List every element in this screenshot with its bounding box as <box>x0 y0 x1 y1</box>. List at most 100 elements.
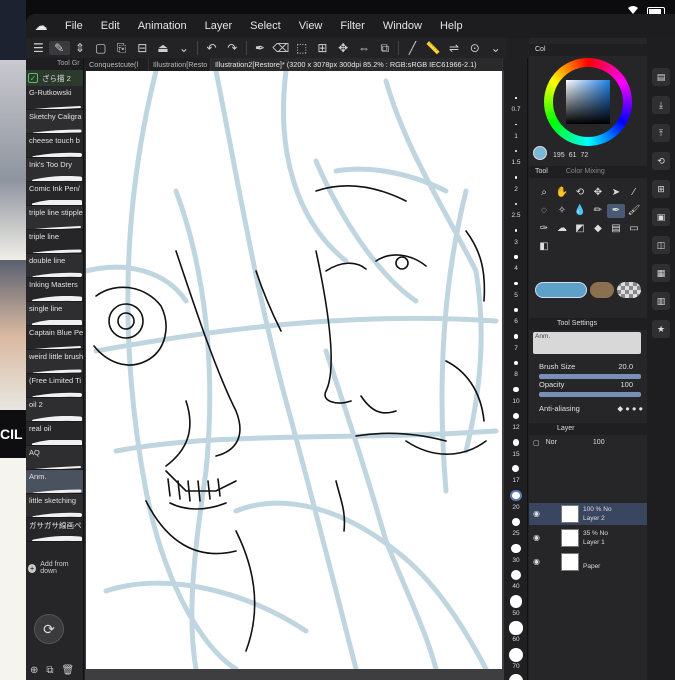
eye-icon[interactable]: ◉ <box>533 509 540 518</box>
eye-icon[interactable]: ◉ <box>533 557 540 566</box>
main-color-chip[interactable] <box>535 282 587 298</box>
layer-select-icon[interactable]: ⧉ <box>374 41 395 56</box>
rotate-icon[interactable]: ⟲ <box>571 186 589 200</box>
menu-animation[interactable]: Animation <box>129 20 196 32</box>
brush-size-dot[interactable] <box>513 307 519 313</box>
auto-select-icon[interactable]: ✧ <box>553 204 571 218</box>
tab-illustration[interactable]: Illustration[Resto <box>149 58 211 71</box>
pen-active-icon[interactable]: ✒ <box>607 204 625 218</box>
ruler-icon[interactable]: 📏 <box>423 41 444 55</box>
brush-item[interactable]: weird little brush <box>26 350 83 374</box>
color-wheel-tab[interactable]: Col <box>529 44 647 56</box>
pencil-icon[interactable]: ✏ <box>589 204 607 218</box>
brush-size-dot[interactable] <box>515 97 517 99</box>
brush-item[interactable]: G-Rutkowski <box>26 86 83 110</box>
brush-item[interactable]: real oil <box>26 422 83 446</box>
brush-size-dot[interactable] <box>514 149 518 153</box>
redo-icon[interactable]: ↷ <box>222 41 243 55</box>
sub-view-icon[interactable]: ◫ <box>652 236 670 254</box>
blend-icon[interactable]: ☁ <box>553 222 571 236</box>
brush-item[interactable]: Inking Masters <box>26 278 83 302</box>
export-panel-icon[interactable]: ⤒ <box>652 124 670 142</box>
selection-icon[interactable]: ⬚ <box>291 41 312 55</box>
menu-select[interactable]: Select <box>241 20 290 32</box>
brush-item[interactable]: cheese touch b <box>26 134 83 158</box>
fill-icon[interactable]: ✒ <box>250 41 271 55</box>
brush-item[interactable]: Sketchy Caligra <box>26 110 83 134</box>
import-icon[interactable]: ⤓ <box>652 96 670 114</box>
brush-size-label[interactable]: 17 <box>504 477 528 484</box>
menu-help[interactable]: Help <box>431 20 472 32</box>
opacity-value[interactable]: 100 <box>620 380 633 389</box>
brush-size-dot[interactable] <box>509 647 523 662</box>
hue-value[interactable]: 195 <box>553 152 565 159</box>
brush-size-dot[interactable] <box>512 439 520 446</box>
tab-conquestcute[interactable]: Conquestcute(l <box>85 58 149 71</box>
brush-icon[interactable]: 🖌 <box>625 204 643 218</box>
antialiasing-options[interactable]: ◆ ● ● ● <box>617 404 643 413</box>
brush-size-dot[interactable] <box>513 334 519 339</box>
open-icon[interactable]: ⎘ <box>111 41 132 56</box>
brush-size-dot[interactable] <box>514 229 518 232</box>
brush-item[interactable]: Comic Ink Pen/ <box>26 182 83 206</box>
brush-size-label[interactable]: 20 <box>504 504 528 511</box>
brush-size-label[interactable]: 2.5 <box>504 212 528 219</box>
brush-size-label[interactable]: 30 <box>504 557 528 564</box>
brush-size-dot[interactable] <box>511 543 521 554</box>
eyedropper-icon[interactable]: ⁄ <box>625 186 643 200</box>
tool-tab[interactable]: Tool <box>535 166 548 178</box>
pen-icon[interactable]: ╱ <box>402 41 423 55</box>
lasso-icon[interactable]: ◌ <box>535 204 553 218</box>
brush-size-label[interactable]: 3 <box>504 239 528 246</box>
brightness-value[interactable]: 72 <box>580 152 588 159</box>
dropdown-icon[interactable]: ⌄ <box>173 41 194 55</box>
brush-size-dot[interactable] <box>513 386 519 393</box>
eraser-icon[interactable]: ⌫ <box>270 41 291 55</box>
menu-filter[interactable]: Filter <box>331 20 373 32</box>
transparent-chip[interactable] <box>617 282 641 298</box>
menu-layer[interactable]: Layer <box>196 20 242 32</box>
brush-size-label[interactable]: 15 <box>504 451 528 458</box>
trash-icon[interactable]: 🗑 <box>62 665 75 676</box>
sub-tool-settings-button[interactable]: ⟳ <box>34 614 64 644</box>
brush-size-label[interactable]: 8 <box>504 371 528 378</box>
layer-row[interactable]: ◉ 100 % No Layer 2 <box>529 503 647 525</box>
chevron-down-icon[interactable]: ⌄ <box>485 41 506 55</box>
menu-edit[interactable]: Edit <box>92 20 129 32</box>
material-icon[interactable]: ▣ <box>652 208 670 226</box>
app-logo-icon[interactable]: ☁ <box>26 18 56 34</box>
brush-size-slider[interactable] <box>539 374 641 379</box>
brush-item[interactable]: little sketching <box>26 494 83 518</box>
brush-size-dot[interactable] <box>511 517 521 527</box>
brush-size-dot[interactable] <box>513 413 519 419</box>
brush-size-dot[interactable] <box>509 674 523 680</box>
brush-size-dot[interactable] <box>512 465 520 473</box>
menu-window[interactable]: Window <box>374 20 431 32</box>
new-file-icon[interactable]: ▢ <box>90 41 111 55</box>
drawing-canvas[interactable] <box>86 71 502 669</box>
export-icon[interactable]: ⏏ <box>153 41 174 55</box>
library-icon[interactable]: ▦ <box>652 264 670 282</box>
brush-size-dot[interactable] <box>509 595 522 608</box>
layer-row[interactable]: ◉ 35 % No Layer 1 <box>529 527 647 549</box>
fill-tool-icon[interactable]: ◆ <box>589 222 607 236</box>
brush-size-dot[interactable] <box>509 621 523 635</box>
expand-icon[interactable]: ⇕ <box>70 41 91 55</box>
brush-item[interactable]: Anm. <box>26 470 83 494</box>
brush-size-dot[interactable] <box>514 202 518 206</box>
brush-size-label[interactable]: 25 <box>504 530 528 537</box>
brush-size-label[interactable]: 50 <box>504 610 528 617</box>
layer-panel-header[interactable]: Layer <box>529 423 647 435</box>
brush-preset-preview[interactable]: Anm. <box>533 332 641 354</box>
new-subtool-icon[interactable]: ⊕ <box>30 665 38 676</box>
operation-icon[interactable]: ➤ <box>607 186 625 200</box>
main-color-swatch[interactable] <box>533 146 547 160</box>
save-icon[interactable]: ⊟ <box>132 41 153 55</box>
opacity-row[interactable]: Opacity 100 <box>539 380 643 397</box>
hamburger-menu-icon[interactable]: ☰ <box>28 41 49 55</box>
brush-size-label[interactable]: 6 <box>504 318 528 325</box>
tool-settings-header[interactable]: Tool Settings <box>529 318 647 330</box>
color-mixing-tab[interactable]: Color Mixing <box>566 166 605 178</box>
layer-color-box[interactable]: ▢ <box>533 439 540 447</box>
select-all-icon[interactable]: ⊞ <box>312 41 333 55</box>
